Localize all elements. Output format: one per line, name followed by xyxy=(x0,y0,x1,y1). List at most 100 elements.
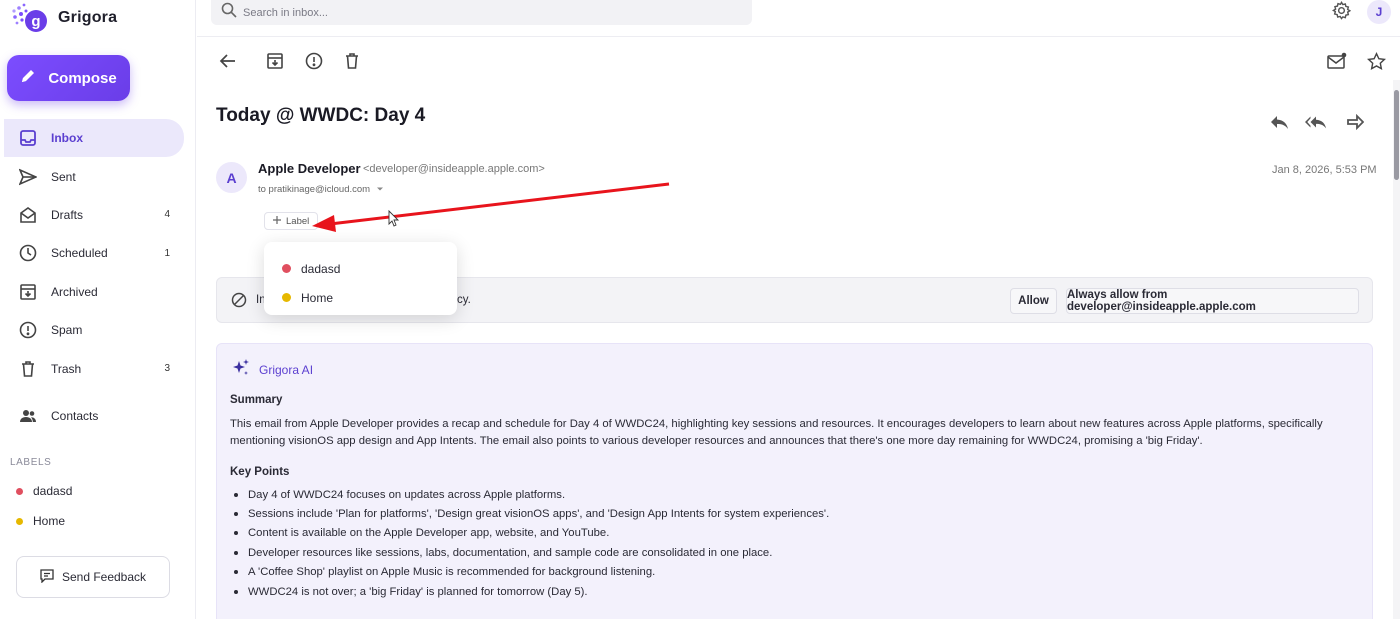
plus-icon xyxy=(273,215,281,227)
sidebar-item-contacts-wrap: Contacts xyxy=(4,397,184,435)
label-color-dot xyxy=(282,264,291,273)
search-icon xyxy=(221,2,237,23)
menu-item-home[interactable]: Home xyxy=(264,283,457,312)
reply-icon[interactable] xyxy=(1268,111,1290,133)
svg-text:g: g xyxy=(31,13,40,30)
delete-icon[interactable] xyxy=(341,50,363,72)
label-color-dot xyxy=(282,293,291,302)
feedback-icon xyxy=(40,568,54,586)
sidebar-item-label: Trash xyxy=(51,361,82,376)
key-point-text: Content is available on the Apple Develo… xyxy=(248,527,610,540)
key-point-text: WWDC24 is not over; a 'big Friday' is pl… xyxy=(248,585,588,598)
sidebar-item-inbox[interactable]: Inbox xyxy=(4,119,184,158)
trash-icon xyxy=(18,359,38,379)
contacts-icon xyxy=(18,406,38,426)
sidebar-item-drafts[interactable]: Drafts 4 xyxy=(4,196,184,234)
spam-icon xyxy=(18,320,38,340)
always-allow-button[interactable]: Always allow from developer@insideapple.… xyxy=(1066,288,1359,314)
clock-icon xyxy=(18,243,38,263)
archive-icon[interactable] xyxy=(264,50,286,72)
block-icon xyxy=(231,292,247,313)
sidebar-item-label: Contacts xyxy=(51,409,99,424)
back-arrow-icon[interactable] xyxy=(217,50,239,72)
pencil-icon xyxy=(20,68,36,88)
list-item: Day 4 of WWDC24 focuses on updates acros… xyxy=(230,485,829,504)
header-divider xyxy=(197,36,1400,37)
key-point-text: A 'Coffee Shop' playlist on Apple Music … xyxy=(248,566,656,579)
sidebar-item-label: Sent xyxy=(51,169,76,184)
forward-icon[interactable] xyxy=(1344,111,1366,133)
archive-icon xyxy=(18,282,38,302)
sidebar-item-sent[interactable]: Sent xyxy=(4,157,184,195)
gear-icon[interactable] xyxy=(1332,1,1352,25)
user-avatar[interactable]: J xyxy=(1367,0,1391,24)
send-icon xyxy=(18,167,38,187)
mouse-cursor-icon xyxy=(388,209,400,227)
key-point-text: Sessions include 'Plan for platforms', '… xyxy=(248,508,830,521)
sidebar-item-label: Scheduled xyxy=(51,246,108,261)
search-input[interactable] xyxy=(243,6,723,19)
key-point-text: Day 4 of WWDC24 focuses on updates acros… xyxy=(248,488,566,501)
caret-down-icon xyxy=(376,184,384,195)
menu-item-label: dadasd xyxy=(301,261,341,276)
sidebar-label-dadasd[interactable]: dadasd xyxy=(16,484,72,498)
ai-header: Grigora AI xyxy=(231,358,313,381)
summary-heading: Summary xyxy=(230,394,283,406)
recipient-line[interactable]: to pratikinage@icloud.com xyxy=(258,184,384,195)
compose-button[interactable]: Compose xyxy=(7,55,130,101)
email-date: Jan 8, 2026, 5:53 PM xyxy=(1272,164,1377,176)
sidebar-item-archived[interactable]: Archived xyxy=(4,273,184,311)
list-item: Sessions include 'Plan for platforms', '… xyxy=(230,504,829,523)
sidebar: g Grigora Compose Inbox Sent Drafts 4 Sc… xyxy=(0,0,196,619)
sidebar-item-contacts[interactable]: Contacts xyxy=(4,397,184,435)
sidebar-item-spam[interactable]: Spam xyxy=(4,311,184,349)
label-color-dot xyxy=(16,487,23,495)
nav-list: Inbox Sent Drafts 4 Scheduled 1 Archived… xyxy=(4,119,184,388)
inbox-icon xyxy=(18,128,38,148)
sidebar-item-label: Archived xyxy=(51,284,98,299)
sidebar-item-label: Inbox xyxy=(51,131,83,146)
sidebar-label-home[interactable]: Home xyxy=(16,514,65,528)
key-points-heading: Key Points xyxy=(230,466,290,478)
reply-all-icon[interactable] xyxy=(1305,111,1327,133)
label-name: dadasd xyxy=(33,484,73,498)
sidebar-item-trash[interactable]: Trash 3 xyxy=(4,349,184,387)
list-item: Developer resources like sessions, labs,… xyxy=(230,543,829,562)
grigora-logo-icon: g xyxy=(10,2,50,34)
key-point-text: Developer resources like sessions, labs,… xyxy=(248,546,773,559)
feedback-label: Send Feedback xyxy=(61,570,147,584)
label-dropdown-menu: dadasd Home xyxy=(264,242,457,315)
allow-button[interactable]: Allow xyxy=(1010,288,1057,314)
compose-label: Compose xyxy=(48,69,117,87)
sender-name: Apple Developer xyxy=(258,161,361,176)
email-subject: Today @ WWDC: Day 4 xyxy=(216,105,426,126)
recipient-text: to pratikinage@icloud.com xyxy=(258,184,371,195)
ai-title: Grigora AI xyxy=(259,362,314,377)
sidebar-item-scheduled[interactable]: Scheduled 1 xyxy=(4,234,184,272)
count-badge: 3 xyxy=(164,363,170,375)
banner-text-end: cy. xyxy=(457,294,471,306)
key-points-list: Day 4 of WWDC24 focuses on updates acros… xyxy=(230,485,829,601)
sidebar-item-label: Drafts xyxy=(51,207,84,222)
label-name: Home xyxy=(33,514,66,528)
list-item: Content is available on the Apple Develo… xyxy=(230,524,829,543)
scrollbar-thumb[interactable] xyxy=(1394,90,1399,180)
label-color-dot xyxy=(16,517,23,525)
sparkle-icon xyxy=(231,358,251,381)
sidebar-item-label: Spam xyxy=(51,323,83,338)
sender-email: <developer@insideapple.apple.com> xyxy=(363,163,545,175)
list-item: A 'Coffee Shop' playlist on Apple Music … xyxy=(230,563,829,582)
send-feedback-button[interactable]: Send Feedback xyxy=(16,556,170,598)
label-button-text: Label xyxy=(286,215,310,227)
mark-unread-icon[interactable] xyxy=(1326,50,1348,72)
menu-item-dadasd[interactable]: dadasd xyxy=(264,254,457,283)
summary-text: This email from Apple Developer provides… xyxy=(230,418,1323,447)
app-logo[interactable]: g Grigora xyxy=(10,2,117,34)
report-spam-icon[interactable] xyxy=(303,50,325,72)
sender-avatar: A xyxy=(216,162,247,193)
search-bar[interactable] xyxy=(211,0,752,25)
drafts-icon xyxy=(18,205,38,225)
add-label-button[interactable]: Label xyxy=(264,212,319,230)
ai-summary-panel: Grigora AI Summary This email from Apple… xyxy=(216,343,1373,619)
star-icon[interactable] xyxy=(1365,50,1387,72)
